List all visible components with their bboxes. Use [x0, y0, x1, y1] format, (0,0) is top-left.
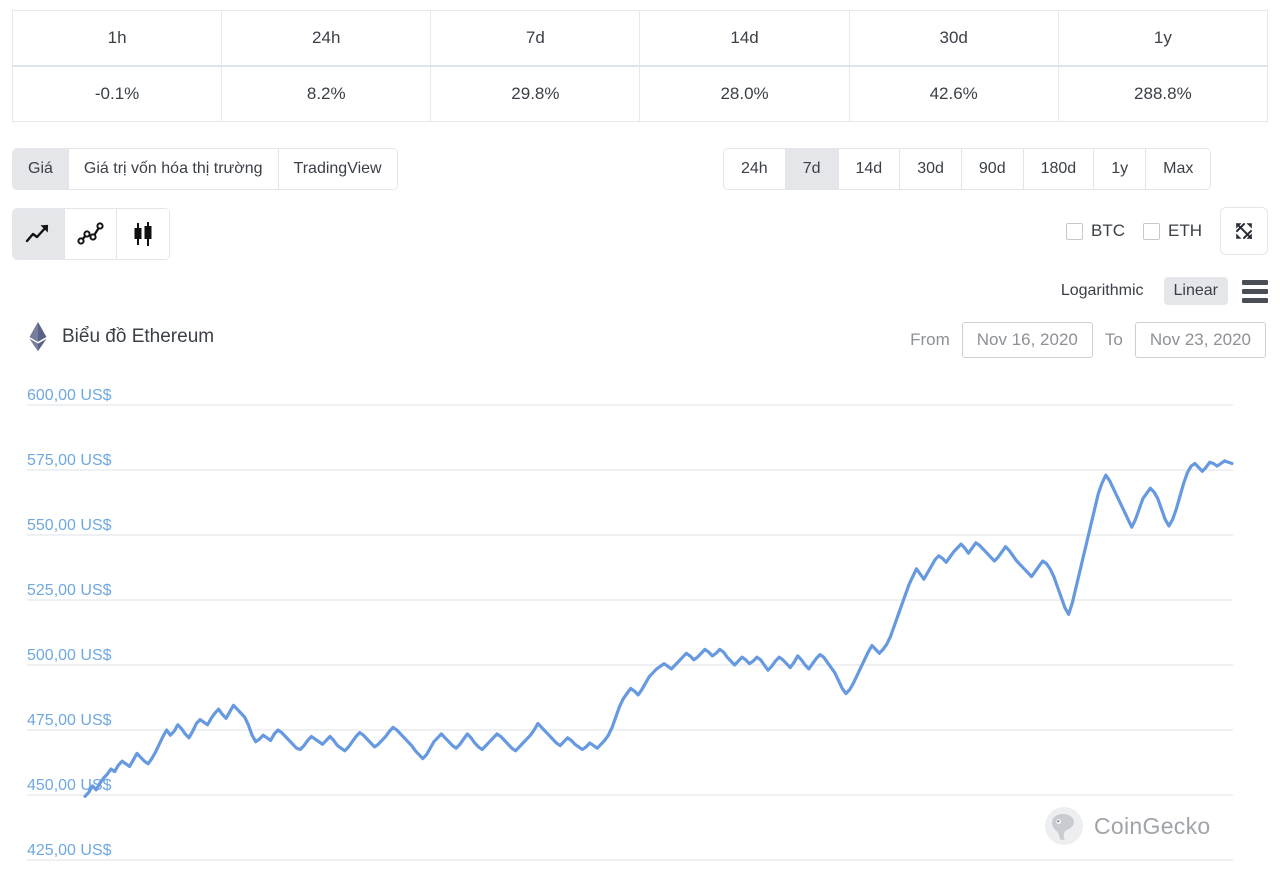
y-tick-600: 600,00 US$	[27, 387, 112, 404]
date-to-input[interactable]: Nov 23, 2020	[1134, 322, 1266, 358]
checkbox-eth[interactable]: ETH	[1143, 221, 1202, 241]
price-change-table: 1h 24h 7d 14d 30d 1y -0.1% 8.2% 29.8% 28…	[11, 10, 1269, 122]
scale-controls: Logarithmic Linear	[1051, 277, 1268, 305]
tab-market-cap[interactable]: Giá trị vốn hóa thị trường	[68, 149, 279, 189]
y-tick-425: 425,00 US$	[27, 842, 112, 859]
date-from-input[interactable]: Nov 16, 2020	[961, 322, 1093, 358]
pct-value-7d: 29.8%	[430, 65, 641, 122]
price-chart[interactable]: 600,00 US$ 575,00 US$ 550,00 US$ 525,00 …	[0, 378, 1280, 877]
range-14d[interactable]: 14d	[838, 149, 901, 189]
candlestick-icon	[134, 222, 152, 246]
coin-compare-toggles: BTC ETH	[1066, 221, 1202, 241]
tab-price[interactable]: Giá	[13, 149, 69, 189]
table-header-1h: 1h	[11, 10, 223, 67]
y-tick-500: 500,00 US$	[27, 647, 112, 664]
y-tick-575: 575,00 US$	[27, 452, 112, 469]
price-line-path	[83, 459, 1234, 798]
range-max[interactable]: Max	[1146, 149, 1211, 189]
y-tick-525: 525,00 US$	[27, 582, 112, 599]
table-header-7d: 7d	[430, 10, 641, 67]
table-header-row: 1h 24h 7d 14d 30d 1y	[11, 10, 1269, 67]
table-row: -0.1% 8.2% 29.8% 28.0% 42.6% 288.8%	[11, 65, 1269, 122]
fullscreen-expand-button[interactable]	[1220, 207, 1268, 255]
checkbox-btc-box[interactable]	[1066, 222, 1083, 240]
line-dots-icon	[76, 222, 104, 245]
scale-logarithmic-button[interactable]: Logarithmic	[1051, 277, 1154, 305]
table-header-1y: 1y	[1057, 10, 1269, 67]
range-30d[interactable]: 30d	[900, 149, 962, 189]
chart-title-group: Biểu đồ Ethereum	[28, 322, 214, 352]
chart-gridlines	[27, 404, 1233, 861]
y-tick-475: 475,00 US$	[27, 712, 112, 729]
line-dots-icon-button[interactable]	[65, 209, 117, 259]
trending-arrow-icon-button[interactable]	[13, 209, 65, 259]
pct-value-24h: 8.2%	[221, 65, 432, 122]
chart-y-axis-labels: 600,00 US$ 575,00 US$ 550,00 US$ 525,00 …	[27, 387, 112, 859]
table-header-24h: 24h	[221, 10, 432, 67]
coingecko-watermark: CoinGecko	[1044, 806, 1210, 846]
checkbox-eth-label: ETH	[1168, 221, 1202, 240]
candlestick-icon-button[interactable]	[117, 209, 169, 259]
page-title: Biểu đồ Ethereum	[62, 326, 215, 347]
trending-arrow-icon	[25, 224, 48, 243]
date-range-controls: From Nov 16, 2020 To Nov 23, 2020	[910, 322, 1266, 358]
table-header-14d: 14d	[639, 10, 850, 67]
table-header-30d: 30d	[848, 10, 1059, 67]
range-24h[interactable]: 24h	[724, 149, 786, 189]
range-7d[interactable]: 7d	[785, 149, 839, 189]
checkbox-eth-box[interactable]	[1143, 222, 1160, 240]
pct-value-1h: -0.1%	[11, 65, 223, 122]
ethereum-icon	[29, 322, 47, 352]
range-1y[interactable]: 1y	[1094, 149, 1147, 189]
coingecko-gecko-icon	[1045, 807, 1083, 845]
watermark-label: CoinGecko	[1094, 812, 1211, 839]
to-label: To	[1104, 330, 1123, 349]
chart-style-group	[12, 208, 170, 260]
from-label: From	[910, 330, 950, 349]
hamburger-menu-icon[interactable]	[1242, 279, 1268, 303]
time-range-tabs: 24h 7d 14d 30d 90d 180d 1y Max	[723, 148, 1212, 190]
price-chart-svg: 600,00 US$ 575,00 US$ 550,00 US$ 525,00 …	[27, 387, 1234, 861]
range-90d[interactable]: 90d	[961, 149, 1024, 189]
chart-data-type-tabs: Giá Giá trị vốn hóa thị trường TradingVi…	[12, 148, 398, 190]
tab-tradingview[interactable]: TradingView	[278, 149, 397, 189]
expand-arrows-icon	[1236, 223, 1252, 239]
pct-value-14d: 28.0%	[639, 65, 850, 122]
range-180d[interactable]: 180d	[1023, 149, 1095, 189]
y-tick-550: 550,00 US$	[27, 517, 112, 534]
pct-value-1y: 288.8%	[1057, 65, 1269, 122]
checkbox-btc[interactable]: BTC	[1066, 221, 1125, 241]
checkbox-btc-label: BTC	[1091, 221, 1125, 240]
scale-linear-button[interactable]: Linear	[1163, 277, 1228, 305]
pct-value-30d: 42.6%	[848, 65, 1059, 122]
